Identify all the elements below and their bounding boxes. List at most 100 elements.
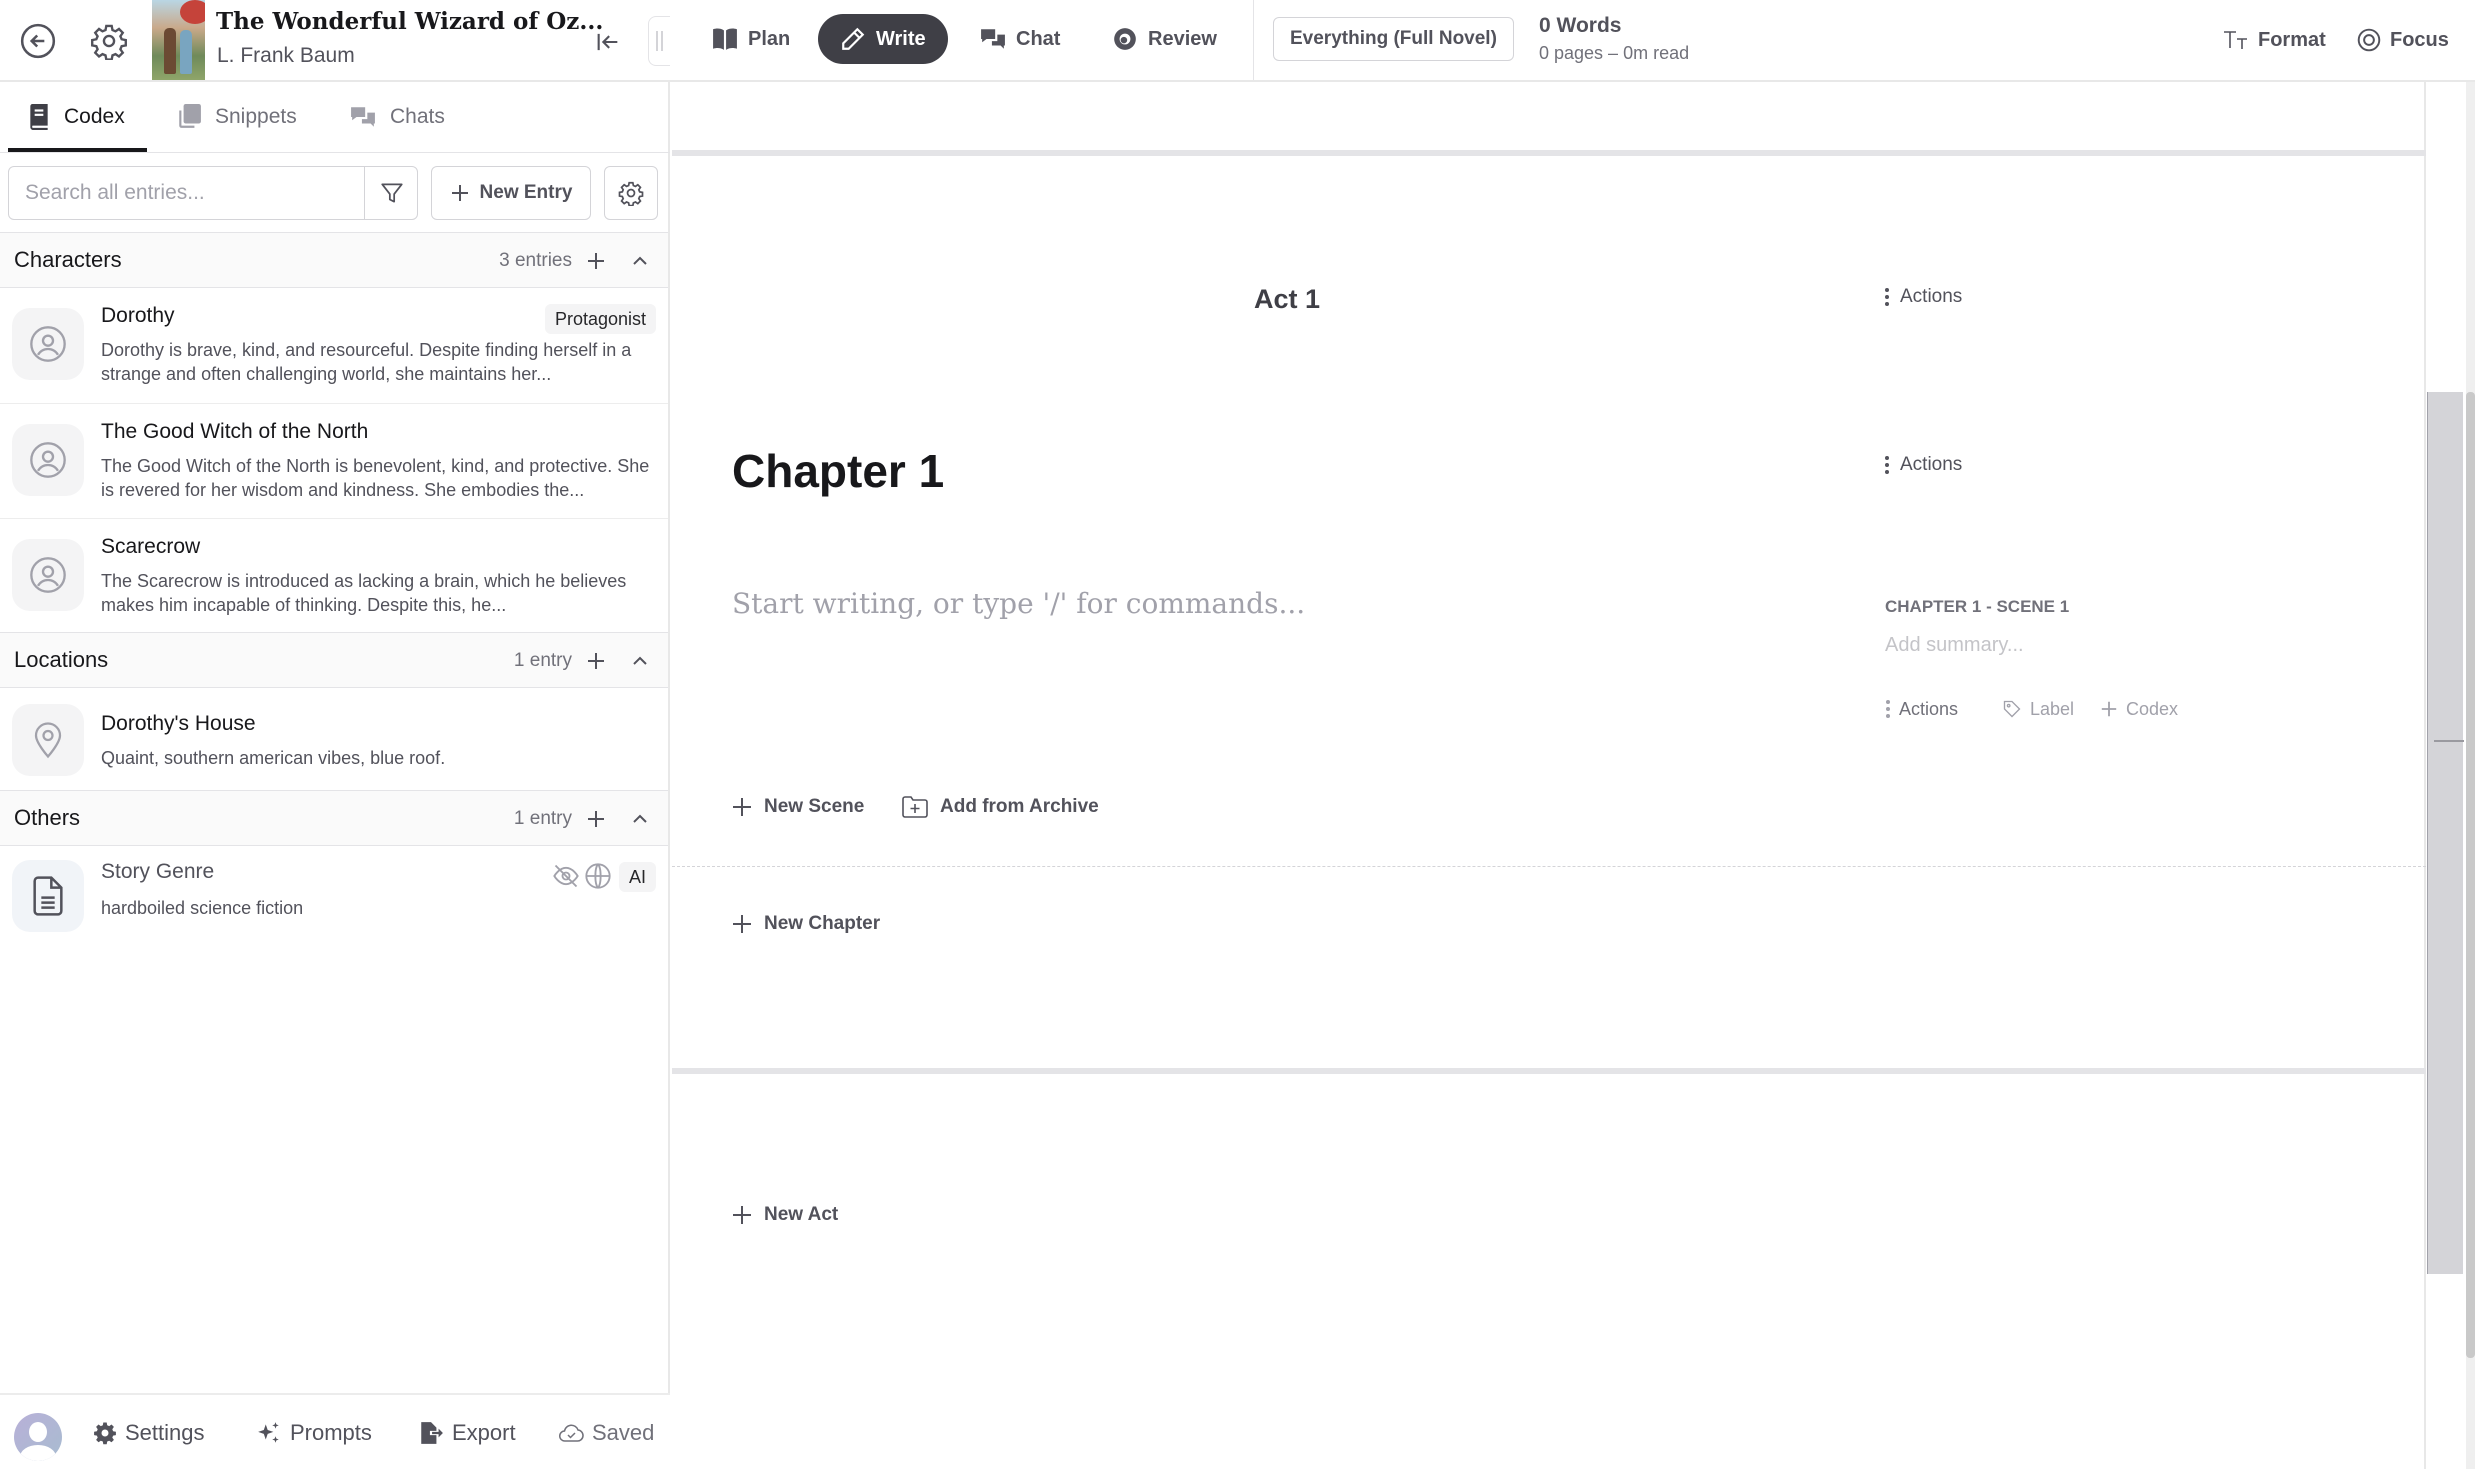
sidebar-tab-codex[interactable]: Codex [28, 82, 125, 152]
back-button[interactable] [18, 21, 58, 61]
entry-description: Dorothy is brave, kind, and resourceful.… [101, 340, 632, 384]
book-title[interactable]: The Wonderful Wizard of Oz... [216, 8, 603, 35]
ai-badge[interactable]: AI [618, 862, 656, 892]
tab-review[interactable]: Review [1090, 14, 1239, 64]
focus-button[interactable]: Focus [2356, 22, 2449, 58]
project-settings-button[interactable] [89, 21, 129, 61]
codex-settings-button[interactable] [604, 166, 658, 220]
format-button[interactable]: Format [2222, 22, 2326, 58]
group-header-others[interactable]: Others 1 entry [0, 790, 668, 846]
book-cover-image[interactable] [152, 0, 205, 80]
add-location-button[interactable] [580, 645, 612, 677]
book-icon [30, 104, 48, 130]
add-from-archive-button[interactable]: Add from Archive [902, 790, 1099, 824]
codex-entry-dorothy[interactable]: Dorothy Protagonist Dorothy is brave, ki… [0, 288, 668, 404]
settings-button[interactable]: Settings [93, 1395, 205, 1471]
add-from-archive-label: Add from Archive [940, 796, 1099, 817]
entry-description: Quaint, southern american vibes, blue ro… [101, 748, 446, 768]
sidebar-tab-chats[interactable]: Chats [350, 82, 445, 152]
sidebar-tab-snippets[interactable]: Snippets [177, 82, 297, 152]
actions-label: Actions [1899, 698, 1959, 719]
codex-sidebar: Codex Snippets Chats New Entry Character… [0, 82, 670, 1469]
chapter-title[interactable]: Chapter 1 [732, 444, 944, 498]
eye-off-icon[interactable] [552, 862, 580, 890]
focus-label: Focus [2390, 28, 2449, 51]
collapse-group-button[interactable] [624, 645, 656, 677]
label-label: Label [2030, 698, 2075, 719]
new-chapter-button[interactable]: New Chapter [732, 907, 880, 941]
export-label: Export [452, 1420, 516, 1445]
export-button[interactable]: Export [418, 1395, 516, 1471]
filter-button[interactable] [364, 167, 418, 219]
sidebar-footer: Settings Prompts Export Saved [0, 1393, 670, 1469]
user-circle-icon [30, 326, 66, 362]
user-avatar[interactable] [14, 1413, 62, 1461]
plus-icon [2101, 701, 2117, 717]
globe-icon[interactable] [584, 862, 612, 890]
chapter-actions-button[interactable]: Actions [1884, 450, 1962, 480]
save-status: Saved [558, 1395, 654, 1471]
new-chapter-label: New Chapter [764, 913, 881, 934]
scrollbar-thumb[interactable] [2466, 392, 2475, 1358]
codex-entry-good-witch[interactable]: The Good Witch of the North The Good Wit… [0, 404, 668, 519]
tab-write[interactable]: Write [818, 14, 948, 64]
codex-entry-story-genre[interactable]: Story Genre AI hardboiled science fictio… [0, 846, 668, 946]
plus-icon [588, 653, 604, 669]
plus-icon [588, 811, 604, 827]
prompts-button[interactable]: Prompts [256, 1395, 372, 1471]
collapse-sidebar-button[interactable] [590, 24, 626, 60]
group-title: Locations [14, 647, 109, 672]
tag-icon [2003, 700, 2021, 718]
tab-plan[interactable]: Plan [690, 14, 812, 64]
scene-label-button[interactable]: Label [2002, 694, 2074, 724]
sidebar-resize-handle[interactable] [648, 16, 670, 66]
scene-actions-button[interactable]: Actions [1885, 694, 1958, 724]
word-count: 0 Words [1539, 14, 1622, 37]
pencil-icon [842, 27, 865, 50]
more-vertical-icon [1885, 456, 1889, 474]
new-entry-button[interactable]: New Entry [431, 166, 591, 220]
group-header-characters[interactable]: Characters 3 entries [0, 232, 668, 288]
pages-read-estimate: 0 pages – 0m read [1539, 43, 1690, 63]
codex-entry-dorothys-house[interactable]: Dorothy's House Quaint, southern america… [0, 688, 668, 790]
codex-entry-scarecrow[interactable]: Scarecrow The Scarecrow is introduced as… [0, 519, 668, 632]
collapse-group-button[interactable] [624, 245, 656, 277]
gear-icon [618, 181, 644, 206]
header-divider [1253, 0, 1254, 80]
entry-avatar [12, 308, 84, 380]
search-box [8, 166, 418, 220]
act-actions-button[interactable]: Actions [1884, 282, 1962, 312]
collapse-group-button[interactable] [624, 803, 656, 835]
file-export-icon [421, 1422, 443, 1444]
gear-icon [94, 1422, 116, 1445]
group-count: 1 entry [513, 650, 572, 671]
eye-icon [1114, 28, 1136, 50]
collapse-left-icon [597, 33, 618, 51]
entry-name: Story Genre [101, 860, 215, 883]
scene-summary-input[interactable]: Add summary... [1885, 634, 2024, 657]
new-act-button[interactable]: New Act [732, 1198, 838, 1232]
scene-text-editor[interactable] [732, 578, 1782, 628]
search-input[interactable] [9, 167, 364, 219]
filter-icon [380, 183, 403, 203]
tab-chat[interactable]: Chat [958, 14, 1082, 64]
entry-name: Scarecrow [101, 535, 201, 558]
plus-icon [733, 915, 751, 933]
settings-label: Settings [125, 1420, 205, 1445]
chat-bubbles-icon [351, 107, 375, 127]
new-scene-button[interactable]: New Scene [732, 790, 864, 824]
add-character-button[interactable] [580, 245, 612, 277]
group-title: Others [14, 805, 81, 830]
chat-bubbles-icon [981, 29, 1005, 49]
scrollbar[interactable] [2466, 82, 2475, 1469]
scene-codex-button[interactable]: Codex [2100, 694, 2178, 724]
add-other-button[interactable] [580, 803, 612, 835]
entry-description: hardboiled science fiction [101, 898, 304, 918]
scope-select[interactable]: Everything (Full Novel) [1273, 17, 1514, 61]
group-header-locations[interactable]: Locations 1 entry [0, 632, 668, 688]
act-title[interactable]: Act 1 [1254, 284, 1320, 315]
text-size-icon [2224, 31, 2247, 49]
sparkles-icon [258, 1422, 279, 1443]
gear-icon [91, 24, 127, 60]
document-minimap[interactable] [2427, 392, 2464, 1274]
